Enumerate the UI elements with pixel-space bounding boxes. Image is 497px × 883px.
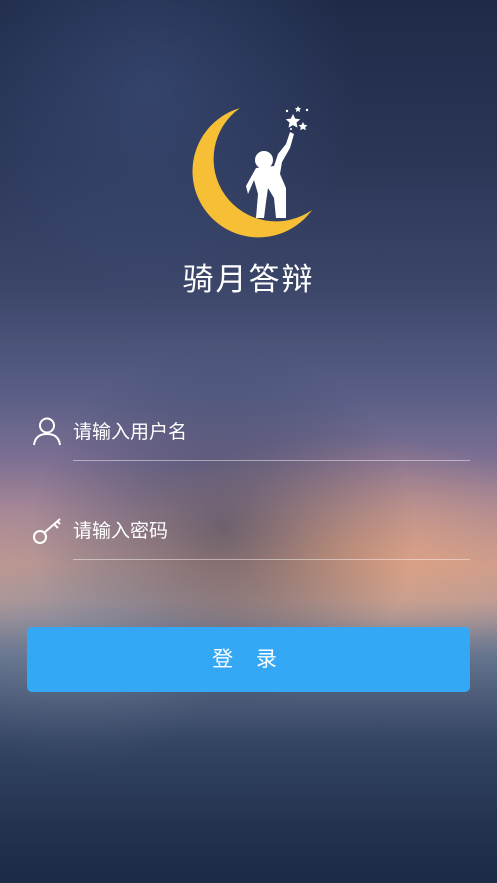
password-field[interactable] bbox=[30, 509, 470, 560]
login-button[interactable]: 登 录 bbox=[27, 627, 470, 692]
username-underline bbox=[73, 460, 470, 461]
username-field[interactable] bbox=[30, 410, 470, 461]
key-icon bbox=[32, 515, 62, 545]
username-input[interactable] bbox=[73, 414, 463, 450]
moon-icon bbox=[192, 108, 312, 238]
password-underline bbox=[73, 559, 470, 560]
child-silhouette-icon bbox=[246, 132, 294, 218]
app-title: 骑月答辩 bbox=[182, 262, 315, 298]
stars-icon bbox=[285, 106, 309, 131]
password-input[interactable] bbox=[73, 513, 463, 549]
app-logo bbox=[182, 102, 317, 244]
user-icon bbox=[32, 416, 62, 446]
